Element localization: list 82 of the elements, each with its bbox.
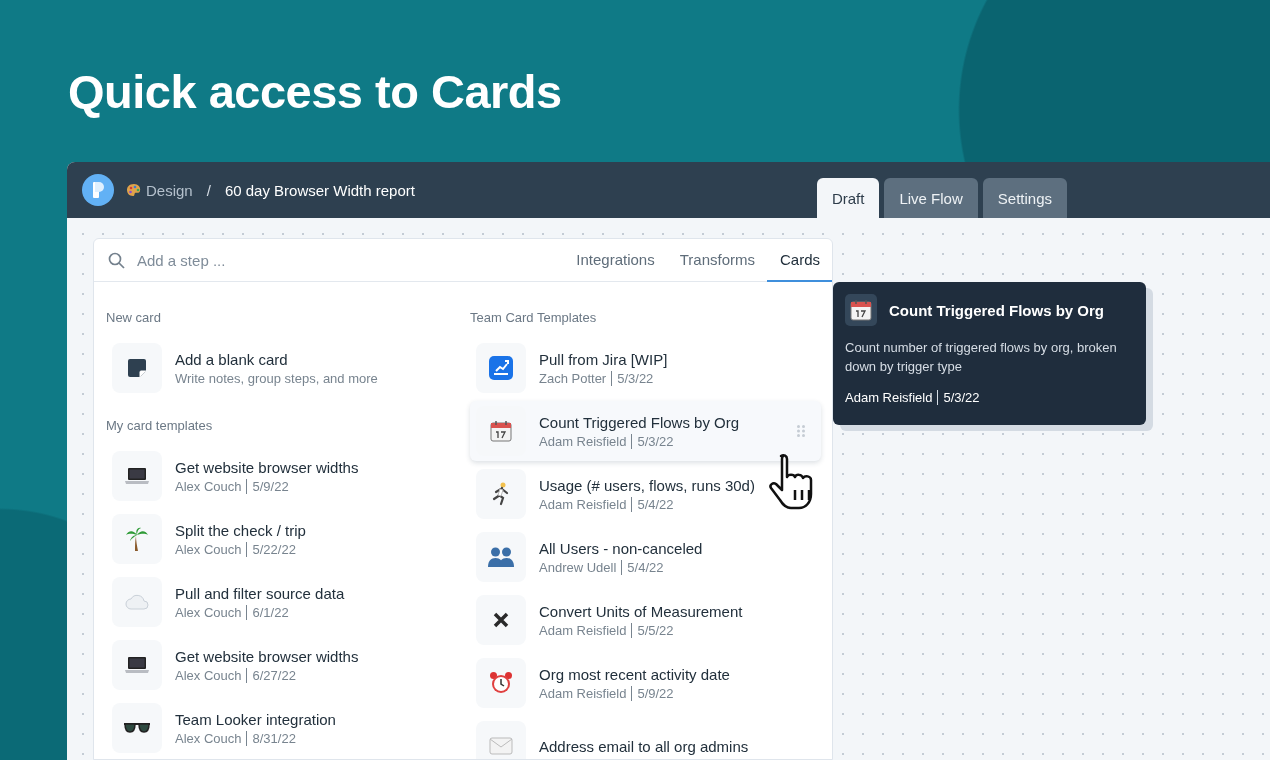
card-list-item[interactable]: All Users - non-canceled Andrew Udell 5/4/22 <box>470 527 821 587</box>
cloud-icon <box>125 594 149 610</box>
author-name: Adam Reisfield <box>539 622 627 638</box>
tooltip-title: Count Triggered Flows by Org <box>889 301 1104 319</box>
card-list-item[interactable]: Usage (# users, flows, runs 30d) Adam Reisfield 5/4/22 <box>470 464 821 524</box>
card-title: Usage (# users, flows, runs 30d) <box>539 476 756 494</box>
logo-icon[interactable] <box>82 174 114 206</box>
palm-tree-icon <box>126 527 148 551</box>
tab[interactable]: Draft <box>816 178 880 218</box>
envelope-icon <box>489 737 513 755</box>
author-name: Alex Couch <box>175 478 242 494</box>
report-title: 60 day Browser Width report <box>224 181 415 199</box>
chart-app-icon <box>489 356 513 380</box>
tab[interactable]: Cards <box>767 239 832 282</box>
card-description: Write notes, group steps, and more <box>175 370 379 386</box>
author-name: Andrew Udell <box>539 559 617 575</box>
card-title: Get website browser widths <box>175 458 360 476</box>
card-title: Pull and filter source data <box>175 584 346 602</box>
author-name: Adam Reisfield <box>539 433 627 449</box>
calendar-icon <box>490 420 512 442</box>
card-list-item[interactable]: Add a blank card Write notes, group steps, and more <box>106 338 470 398</box>
author-name: Adam Reisfield <box>539 496 627 512</box>
laptop-icon <box>125 467 149 485</box>
section-heading: New card <box>106 310 162 326</box>
card-title: Pull from Jira [WIP] <box>539 350 669 368</box>
author-name: Adam Reisfield <box>539 685 627 701</box>
author-name: Alex Couch <box>175 541 242 557</box>
search-icon <box>108 251 125 269</box>
breadcrumb-link[interactable]: Design <box>126 181 193 199</box>
card-title: Get website browser widths <box>175 647 360 665</box>
headline: Quick access to Cards <box>68 66 562 118</box>
alarm-clock-icon <box>489 671 513 695</box>
card-list-item[interactable]: Convert Units of Measurement Adam Reisfield 5/5/22 <box>470 590 821 650</box>
card-title: Org most recent activity date <box>539 665 731 683</box>
author-name: Zach Potter <box>539 370 607 386</box>
date: 6/27/22 <box>246 667 296 683</box>
date: 5/3/22 <box>631 433 674 449</box>
laptop-icon <box>125 656 149 674</box>
author-name: Alex Couch <box>175 730 242 746</box>
card-list-item[interactable]: Team Looker integration Alex Couch 8/31/22 <box>106 698 470 758</box>
card-title: Add a blank card <box>175 350 289 368</box>
card-list-item[interactable]: Get website browser widths Alex Couch 6/27/22 <box>106 635 470 695</box>
card-title: All Users - non-canceled <box>539 539 704 557</box>
author-name: Alex Couch <box>175 667 242 683</box>
date: 6/1/22 <box>246 604 289 620</box>
tab[interactable]: Integrations <box>563 239 667 282</box>
card-list-item[interactable]: Address email to all org admins <box>470 716 821 759</box>
tab[interactable]: Live Flow <box>884 178 978 218</box>
card-title: Count Triggered Flows by Org <box>539 413 741 431</box>
x-icon <box>493 612 509 628</box>
section-heading: Team Card Templates <box>470 310 598 326</box>
section-heading: My card templates <box>106 418 214 434</box>
note-icon <box>128 359 146 377</box>
date: 5/4/22 <box>631 496 674 512</box>
card-list-item[interactable]: Split the check / trip Alex Couch 5/22/22 <box>106 509 470 569</box>
card-list-item[interactable]: Org most recent activity date Adam Reisfield 5/9/22 <box>470 653 821 713</box>
people-icon <box>488 547 514 567</box>
date: 5/3/22 <box>937 390 980 405</box>
sunglasses-icon <box>124 722 150 734</box>
author-name: Adam Reisfield <box>845 390 933 405</box>
card-title: Split the check / trip <box>175 521 307 539</box>
date: 5/22/22 <box>246 541 296 557</box>
palette-icon <box>126 183 142 197</box>
card-list-item[interactable]: Get website browser widths Alex Couch 5/9/22 <box>106 446 470 506</box>
card-list-item[interactable]: Count Triggered Flows by Org Adam Reisfield 5/3/22 <box>470 401 821 461</box>
card-list-item[interactable]: Pull from Jira [WIP] Zach Potter 5/3/22 <box>470 338 821 398</box>
tab[interactable]: Settings <box>982 178 1067 218</box>
date: 5/9/22 <box>246 478 289 494</box>
date: 5/4/22 <box>621 559 664 575</box>
breadcrumb-separator: / <box>206 181 211 199</box>
date: 5/3/22 <box>611 370 654 386</box>
date: 5/9/22 <box>631 685 674 701</box>
tooltip-description: Count number of triggered flows by org, broken down by trigger type <box>845 339 1118 376</box>
date: 5/5/22 <box>631 622 674 638</box>
drag-handle-icon <box>797 425 805 437</box>
card-title: Address email to all org admins <box>539 737 750 755</box>
card-title: Convert Units of Measurement <box>539 602 744 620</box>
card-list-item[interactable]: Pull and filter source data Alex Couch 6/1/22 <box>106 572 470 632</box>
date: 8/31/22 <box>246 730 296 746</box>
tab[interactable]: Transforms <box>666 239 767 282</box>
card-title: Team Looker integration <box>175 710 337 728</box>
author-name: Alex Couch <box>175 604 242 620</box>
